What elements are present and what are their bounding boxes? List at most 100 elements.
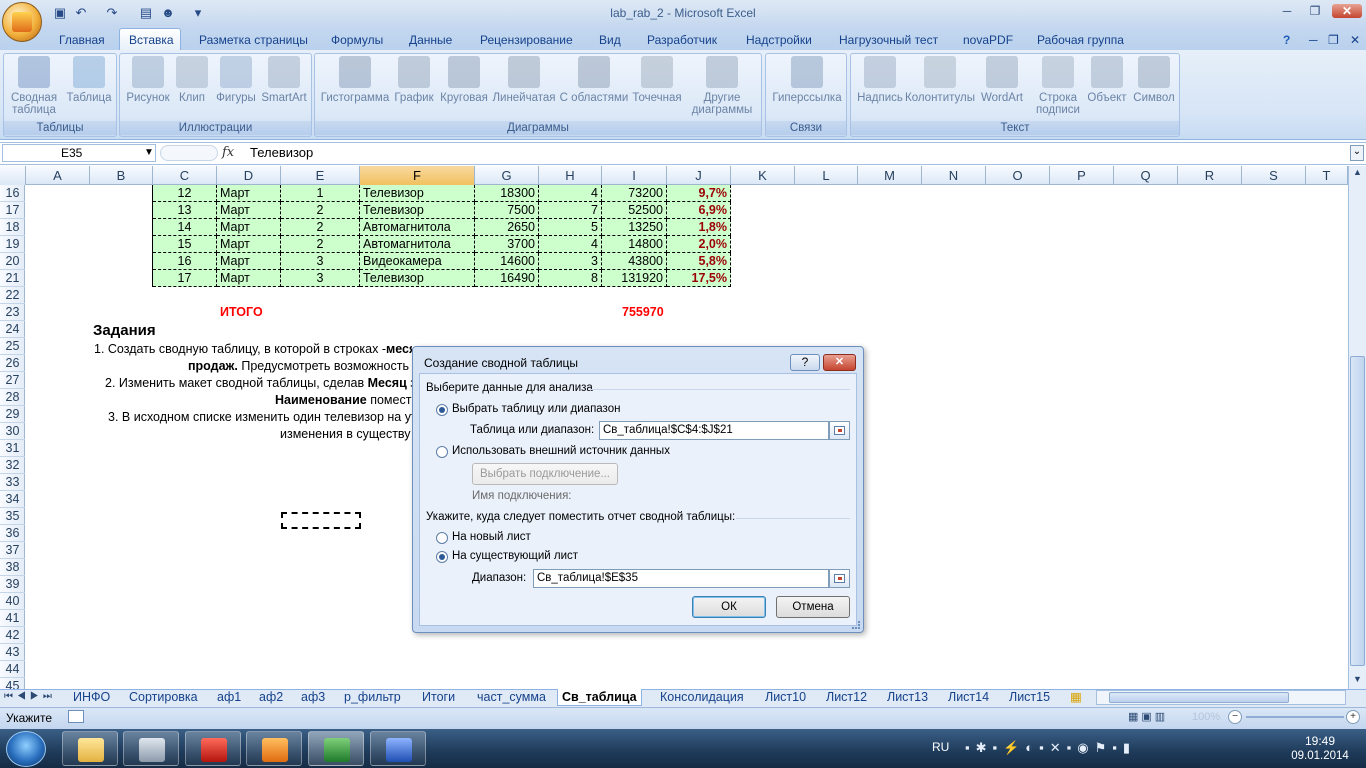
cell-month[interactable]: Март	[217, 185, 281, 202]
row-header[interactable]: 26	[0, 355, 25, 372]
column-header[interactable]: O	[986, 166, 1050, 185]
sheet-tab[interactable]: аф1	[217, 689, 241, 706]
row-header[interactable]: 24	[0, 321, 25, 338]
cell-number[interactable]: 12	[153, 185, 217, 202]
column-header[interactable]: E	[281, 166, 360, 185]
object-button[interactable]: Объект	[1085, 56, 1129, 104]
cell-name[interactable]: Телевизор	[360, 185, 475, 202]
row-header[interactable]: 27	[0, 372, 25, 389]
cell-number[interactable]: 16	[153, 253, 217, 270]
sheet-tab[interactable]: аф3	[301, 689, 325, 706]
column-header[interactable]: R	[1178, 166, 1242, 185]
cell-name[interactable]: Телевизор	[360, 270, 475, 287]
sheet-tab-active[interactable]: Св_таблица	[557, 689, 642, 706]
scatter-chart-button[interactable]: Точечная	[627, 56, 687, 104]
wordart-button[interactable]: WordArt	[975, 56, 1029, 104]
tab-home[interactable]: Главная	[59, 30, 105, 50]
sheet-tab[interactable]: Лист12	[826, 689, 867, 706]
cell-qty[interactable]: 3	[539, 253, 602, 270]
language-indicator[interactable]: RU	[932, 740, 949, 754]
destination-collapse-button[interactable]	[829, 569, 850, 588]
cell-group[interactable]: 3	[281, 253, 360, 270]
row-header[interactable]: 18	[0, 219, 25, 236]
sheet-tab[interactable]: ИНФО	[73, 689, 110, 706]
sheet-tab[interactable]: част_сумма	[477, 689, 546, 706]
tab-load-test[interactable]: Нагрузочный тест	[839, 30, 938, 50]
sheet-tab[interactable]: Лист15	[1009, 689, 1050, 706]
vertical-scrollbar[interactable]: ▲ ▼	[1348, 166, 1366, 691]
other-charts-button[interactable]: Другие диаграммы	[685, 56, 759, 116]
tab-page-layout[interactable]: Разметка страницы	[199, 30, 308, 50]
row-header[interactable]: 29	[0, 406, 25, 423]
taskbar-calculator[interactable]	[123, 731, 179, 766]
shapes-button[interactable]: Фигуры	[212, 56, 260, 104]
cell-price[interactable]: 7500	[475, 202, 539, 219]
column-header[interactable]: B	[90, 166, 153, 185]
column-header[interactable]: H	[539, 166, 602, 185]
taskbar-word[interactable]	[370, 731, 426, 766]
select-all[interactable]	[0, 166, 26, 185]
cell-month[interactable]: Март	[217, 236, 281, 253]
cell-name[interactable]: Автомагнитола	[360, 236, 475, 253]
column-header[interactable]: L	[795, 166, 858, 185]
cell-name[interactable]: Автомагнитола	[360, 219, 475, 236]
office-button[interactable]	[2, 2, 42, 42]
column-header[interactable]: I	[602, 166, 667, 185]
zoom-slider[interactable]	[1246, 716, 1344, 718]
cell-number[interactable]: 13	[153, 202, 217, 219]
column-header-selected[interactable]: F	[360, 166, 475, 185]
row-header[interactable]: 41	[0, 610, 25, 627]
row-header[interactable]: 39	[0, 576, 25, 593]
choose-connection-button[interactable]: Выбрать подключение...	[472, 463, 618, 485]
clipart-button[interactable]: Клип	[172, 56, 212, 104]
tab-developer[interactable]: Разработчик	[647, 30, 717, 50]
macro-record-icon[interactable]	[68, 710, 84, 723]
row-header[interactable]: 38	[0, 559, 25, 576]
cell-sum[interactable]: 131920	[602, 270, 667, 287]
help-icon[interactable]: ?	[1283, 30, 1290, 50]
cell-qty[interactable]: 8	[539, 270, 602, 287]
sheet-tab[interactable]: Сортировка	[129, 689, 198, 706]
row-header[interactable]: 43	[0, 644, 25, 661]
cell-qty[interactable]: 7	[539, 202, 602, 219]
cell-sum[interactable]: 13250	[602, 219, 667, 236]
cell-qty[interactable]: 5	[539, 219, 602, 236]
pie-chart-button[interactable]: Круговая	[437, 56, 491, 104]
cell-group[interactable]: 2	[281, 202, 360, 219]
row-header[interactable]: 35	[0, 508, 25, 525]
symbol-button[interactable]: Символ	[1129, 56, 1179, 104]
tab-data[interactable]: Данные	[409, 30, 452, 50]
table-button[interactable]: Таблица	[64, 56, 114, 104]
cell-name[interactable]: Видеокамера	[360, 253, 475, 270]
range-collapse-button[interactable]	[829, 421, 850, 440]
radio-external-label[interactable]: Использовать внешний источник данных	[452, 445, 670, 457]
zoom-out-icon[interactable]: −	[1228, 710, 1242, 724]
sheet-tab[interactable]: Лист14	[948, 689, 989, 706]
tab-workgroup[interactable]: Рабочая группа	[1037, 30, 1124, 50]
tray-icons[interactable]: ▪✱▪⚡◐▪✕▪◉⚑▪▮	[965, 740, 1136, 756]
column-header[interactable]: N	[922, 166, 986, 185]
clock-date[interactable]: 09.01.2014	[1284, 750, 1356, 762]
cell-group[interactable]: 2	[281, 236, 360, 253]
row-header[interactable]: 23	[0, 304, 25, 321]
dialog-close-button[interactable]: ✕	[823, 354, 856, 371]
horizontal-scrollbar[interactable]	[1096, 690, 1346, 705]
row-header[interactable]: 17	[0, 202, 25, 219]
radio-new-sheet[interactable]	[436, 532, 448, 544]
dialog-help-button[interactable]: ?	[790, 354, 820, 371]
row-header[interactable]: 44	[0, 661, 25, 678]
column-header[interactable]: T	[1306, 166, 1348, 185]
column-header[interactable]: S	[1242, 166, 1306, 185]
row-header[interactable]: 20	[0, 253, 25, 270]
range-input[interactable]: Св_таблица!$C$4:$J$21	[599, 421, 829, 440]
cell-price[interactable]: 14600	[475, 253, 539, 270]
cell-sum[interactable]: 14800	[602, 236, 667, 253]
column-header[interactable]: D	[217, 166, 281, 185]
sheet-tab[interactable]: Итоги	[422, 689, 455, 706]
row-header[interactable]: 31	[0, 440, 25, 457]
sheet-tab[interactable]: р_фильтр	[344, 689, 401, 706]
close-icon[interactable]: ✕	[1332, 4, 1362, 18]
row-header[interactable]: 40	[0, 593, 25, 610]
cell-month[interactable]: Март	[217, 253, 281, 270]
radio-external[interactable]	[436, 446, 448, 458]
